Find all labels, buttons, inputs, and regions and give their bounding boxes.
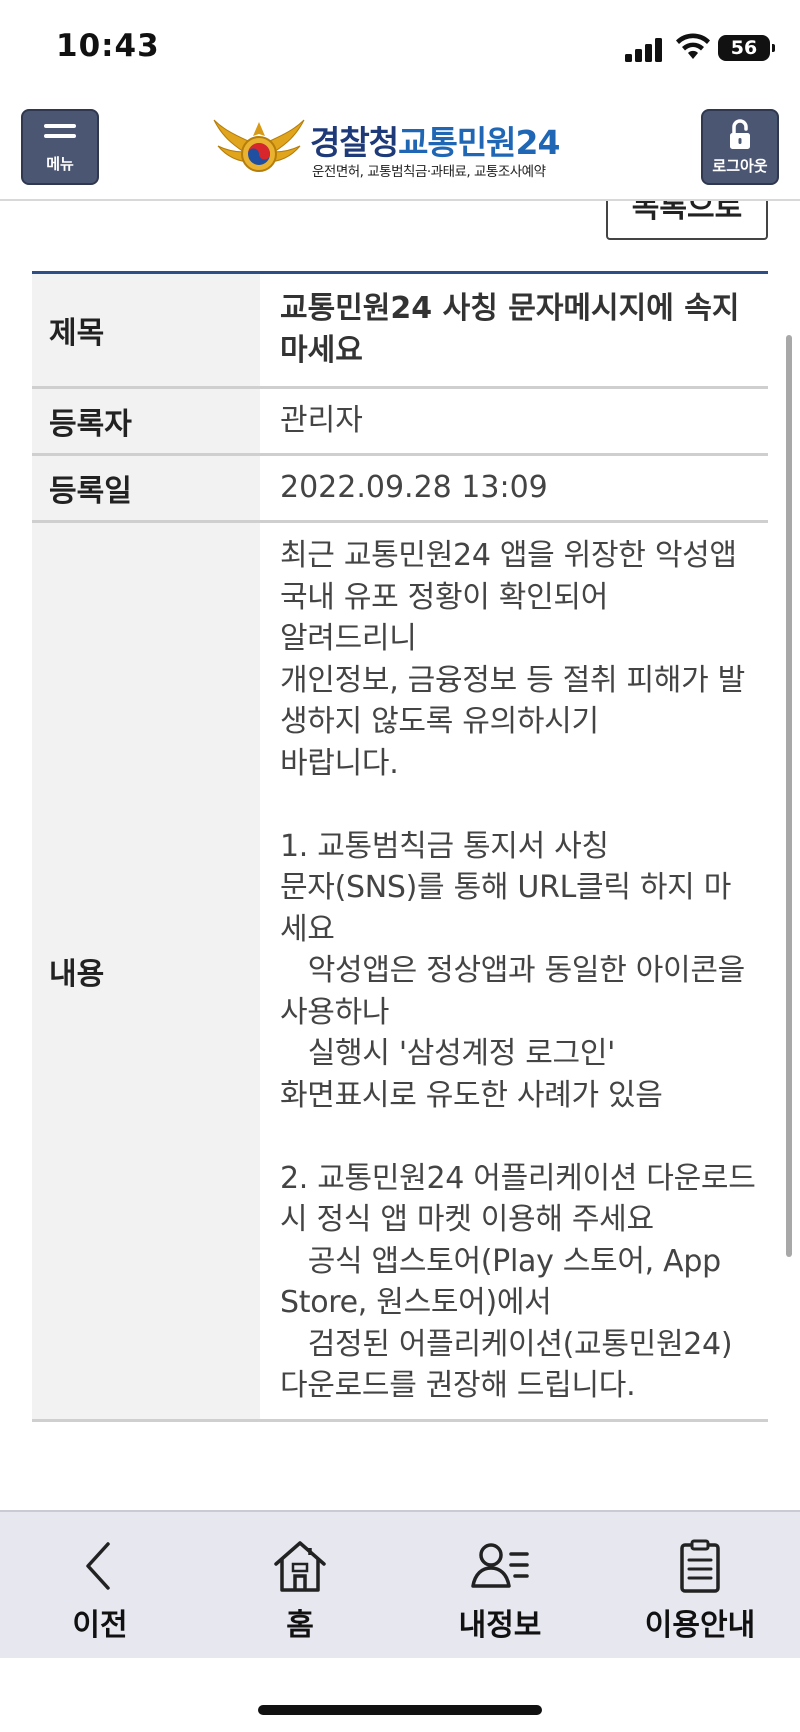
content-row: 내용 최근 교통민원24 앱을 위장한 악성앱 국내 유포 정황이 확인되어 알… bbox=[32, 523, 768, 1422]
date-row: 등록일 2022.09.28 13:09 bbox=[32, 456, 768, 523]
back-chevron-icon bbox=[86, 1542, 110, 1590]
logo-title-agency: 경찰청 bbox=[310, 123, 399, 162]
nav-my-info-label: 내정보 bbox=[458, 1608, 542, 1643]
menu-label: 메뉴 bbox=[46, 154, 74, 173]
status-bar: 10:43 56 bbox=[0, 0, 800, 100]
logo-subtitle: 운전면허, 교통범칙금·과태료, 교통조사예약 bbox=[312, 164, 546, 180]
nav-guide[interactable]: 이용안내 bbox=[600, 1512, 800, 1658]
author-row: 등록자 관리자 bbox=[32, 389, 768, 456]
logout-button-overlay[interactable]: 로그아웃 bbox=[701, 109, 779, 185]
nav-back-label: 이전 bbox=[72, 1608, 128, 1643]
logout-label: 로그아웃 bbox=[712, 156, 768, 175]
clipboard-icon bbox=[680, 1539, 720, 1593]
notice-detail-table: 제목 교통민원24 사칭 문자메시지에 속지 마세요 등록자 관리자 등록일 2… bbox=[32, 271, 768, 1422]
nav-home-label: 홈 bbox=[286, 1608, 314, 1643]
nav-home[interactable]: 홈 bbox=[200, 1512, 400, 1658]
content-label: 내용 bbox=[32, 523, 260, 1419]
title-row: 제목 교통민원24 사칭 문자메시지에 속지 마세요 bbox=[32, 274, 768, 389]
nav-back[interactable]: 이전 bbox=[0, 1512, 200, 1658]
title-label: 제목 bbox=[32, 274, 260, 386]
unlock-icon bbox=[730, 118, 750, 149]
nav-my-info[interactable]: 내정보 bbox=[400, 1512, 600, 1658]
author-value: 관리자 bbox=[280, 403, 363, 438]
user-info-icon bbox=[471, 1543, 529, 1588]
content-value: 최근 교통민원24 앱을 위장한 악성앱 국내 유포 정황이 확인되어 알려드리… bbox=[280, 538, 756, 1403]
status-time: 10:43 bbox=[56, 28, 160, 64]
hamburger-icon bbox=[44, 123, 76, 138]
home-icon bbox=[274, 1541, 326, 1592]
author-label: 등록자 bbox=[32, 389, 260, 453]
logo-title: 경찰청교통민원24 bbox=[310, 116, 560, 164]
bottom-nav: 이전 홈 내정보 이용안내 bbox=[0, 1510, 800, 1658]
home-indicator bbox=[258, 1705, 542, 1715]
cellular-signal-icon bbox=[625, 38, 662, 62]
nav-guide-label: 이용안내 bbox=[644, 1608, 756, 1643]
wifi-icon bbox=[676, 33, 710, 59]
header-layer: 메뉴 경찰청교통민원24 운전면허, 교통범칙금·과태료, 교통조사예약 로그아… bbox=[0, 100, 800, 200]
police-emblem-icon bbox=[213, 119, 305, 172]
scrollbar[interactable] bbox=[786, 335, 792, 1257]
logo-title-service: 교통민원24 bbox=[398, 123, 560, 162]
logo-overlay[interactable]: 경찰청교통민원24 운전면허, 교통범칙금·과태료, 교통조사예약 bbox=[212, 112, 592, 184]
date-value: 2022.09.28 13:09 bbox=[280, 470, 548, 505]
menu-button-overlay[interactable]: 메뉴 bbox=[21, 109, 99, 185]
battery-indicator: 56 bbox=[718, 35, 775, 61]
date-label: 등록일 bbox=[32, 456, 260, 520]
title-value: 교통민원24 사칭 문자메시지에 속지 마세요 bbox=[280, 291, 740, 368]
